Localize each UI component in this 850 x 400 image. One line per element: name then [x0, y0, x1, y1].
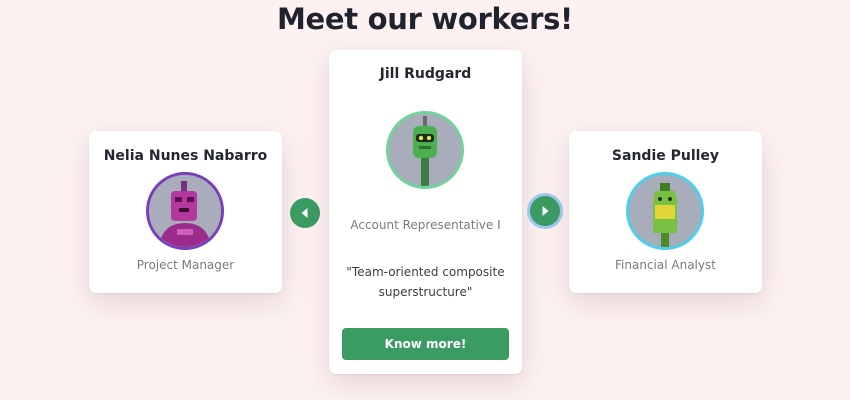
caret-right-icon	[542, 206, 549, 216]
know-more-button[interactable]: Know more!	[342, 328, 509, 360]
worker-avatar	[626, 172, 704, 250]
worker-avatar	[386, 111, 464, 189]
worker-name: Jill Rudgard	[379, 66, 472, 82]
page-title: Meet our workers!	[276, 2, 573, 36]
robot-avatar-icon	[629, 175, 701, 247]
worker-card-active: Jill Rudgard Account Representative I "T…	[329, 50, 522, 374]
worker-role: Account Representative I	[350, 218, 501, 232]
worker-name: Nelia Nunes Nabarro	[103, 148, 268, 164]
worker-name: Sandie Pulley	[611, 148, 720, 164]
worker-quote: "Team-oriented composite superstructure"	[346, 265, 505, 299]
worker-avatar	[146, 172, 224, 250]
robot-avatar-icon	[389, 114, 461, 186]
worker-card-left[interactable]: Nelia Nunes Nabarro Project Manager	[89, 131, 282, 293]
previous-button[interactable]	[290, 198, 320, 228]
worker-role: Financial Analyst	[615, 258, 716, 272]
next-button[interactable]	[530, 196, 560, 226]
robot-avatar-icon	[149, 175, 221, 247]
caret-left-icon	[301, 208, 308, 218]
worker-role: Project Manager	[136, 258, 235, 272]
worker-card-right[interactable]: Sandie Pulley Financial Analyst	[569, 131, 762, 293]
